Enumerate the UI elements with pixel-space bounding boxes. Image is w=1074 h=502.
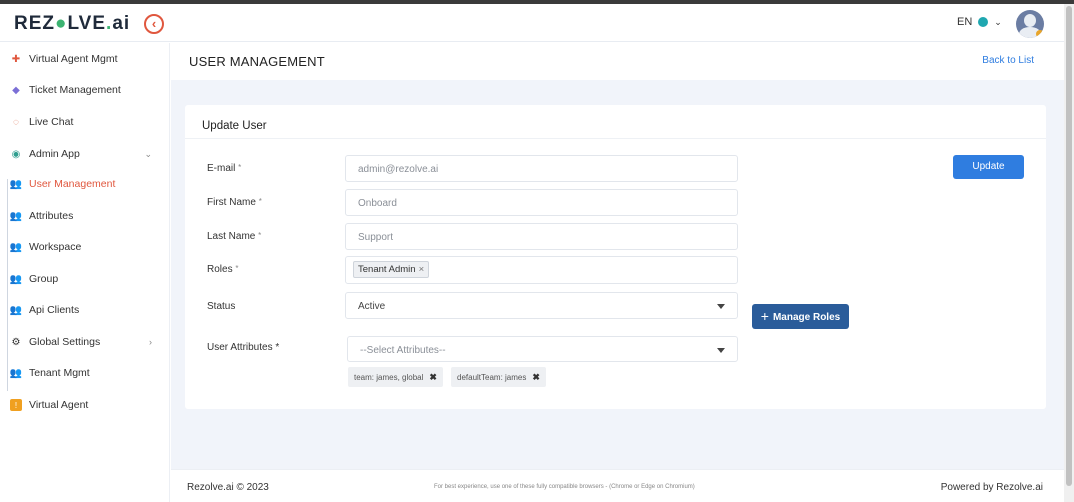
sidebar-item-label: Global Settings <box>29 336 101 348</box>
users-icon: 👥 <box>9 178 23 190</box>
roles-field[interactable]: Tenant Admin × <box>345 256 738 284</box>
sidebar-item-live-chat[interactable]: ◌ Live Chat <box>10 112 160 132</box>
sidebar-item-label: Workspace <box>29 241 82 253</box>
back-to-list-link[interactable]: Back to List <box>982 55 1034 66</box>
sidebar: ✚ Virtual Agent Mgmt ◆ Ticket Management… <box>0 43 170 502</box>
sidebar-item-label: Api Clients <box>29 304 80 316</box>
user-avatar[interactable] <box>1016 10 1044 38</box>
browser-note: For best experience, use one of these fu… <box>434 484 695 490</box>
attribute-chip: defaultTeam: james ✖ <box>451 367 546 387</box>
sidebar-item-ticket-management[interactable]: ◆ Ticket Management <box>10 80 160 100</box>
top-bar: REZ●LVE.ai ‹ EN ⌄ <box>0 4 1064 42</box>
user-attributes-select[interactable]: --Select Attributes-- <box>347 336 738 362</box>
ticket-icon: ◆ <box>12 84 20 96</box>
manage-roles-button[interactable]: + Manage Roles <box>752 304 849 329</box>
roles-label: Roles * <box>207 264 239 275</box>
update-user-card: Update User E-mail * admin@rezolve.ai Fi… <box>185 105 1046 409</box>
collapse-sidebar-icon[interactable]: ‹ <box>144 14 164 34</box>
users-icon: 👥 <box>9 210 23 222</box>
page-scrollbar[interactable] <box>1064 4 1074 502</box>
chevron-right-icon: › <box>149 337 152 347</box>
chat-icon: ◌ <box>13 116 19 128</box>
remove-chip-icon[interactable]: ✖ <box>429 372 437 382</box>
status-label: Status <box>207 301 236 312</box>
admin-icon: ◉ <box>11 148 21 160</box>
sidebar-item-tenant-mgmt[interactable]: 👥 Tenant Mgmt <box>10 363 160 383</box>
email-label: E-mail * <box>207 163 242 174</box>
first-name-field[interactable]: Onboard <box>345 189 738 216</box>
page-title: USER MANAGEMENT <box>189 54 325 69</box>
globe-icon <box>978 17 989 27</box>
users-icon: 👥 <box>9 241 23 253</box>
copyright-text: Rezolve.ai © 2023 <box>187 482 269 493</box>
email-field[interactable]: admin@rezolve.ai <box>345 155 738 182</box>
last-name-label: Last Name * <box>207 231 262 242</box>
scrollbar-thumb[interactable] <box>1066 6 1072 486</box>
role-chip: Tenant Admin × <box>353 261 430 278</box>
users-icon: 👥 <box>9 367 23 379</box>
remove-chip-icon[interactable]: ✖ <box>532 372 540 382</box>
chevron-down-icon: ⌄ <box>144 148 152 159</box>
sidebar-item-label: Group <box>29 273 59 285</box>
sidebar-item-label: Admin App <box>29 148 80 160</box>
sidebar-item-label: User Management <box>29 178 116 190</box>
remove-chip-icon[interactable]: × <box>419 264 425 275</box>
update-button[interactable]: Update <box>953 155 1024 179</box>
sidebar-item-user-management[interactable]: 👥 User Management <box>10 174 160 194</box>
sidebar-item-virtual-agent-mgmt[interactable]: ✚ Virtual Agent Mgmt <box>10 49 160 69</box>
plus-icon: + <box>760 308 769 324</box>
sidebar-item-admin-app[interactable]: ◉ Admin App ⌄ <box>10 144 160 164</box>
language-selector[interactable]: EN ⌄ <box>957 16 1002 28</box>
sidebar-item-api-clients[interactable]: 👥 Api Clients <box>10 300 160 320</box>
first-name-label: First Name * <box>207 197 262 208</box>
sidebar-item-label: Tenant Mgmt <box>29 367 90 379</box>
gears-icon: ⚙ <box>11 336 21 348</box>
sidebar-item-group[interactable]: 👥 Group <box>10 269 160 289</box>
agent-icon: ! <box>10 399 22 411</box>
sidebar-item-label: Ticket Management <box>29 84 121 96</box>
sidebar-item-workspace[interactable]: 👥 Workspace <box>10 237 160 257</box>
attribute-chip: team: james, global ✖ <box>348 367 443 387</box>
sidebar-item-global-settings[interactable]: ⚙ Global Settings › <box>10 332 160 352</box>
puzzle-icon: ✚ <box>11 53 21 65</box>
card-title: Update User <box>202 120 267 132</box>
chevron-down-icon: ⌄ <box>994 16 1002 27</box>
submenu-line <box>7 179 8 391</box>
app-logo[interactable]: REZ●LVE.ai <box>14 13 130 35</box>
users-icon: 👥 <box>9 273 23 285</box>
sidebar-item-label: Live Chat <box>29 116 74 128</box>
sidebar-item-label: Virtual Agent Mgmt <box>29 53 118 65</box>
dropdown-caret-icon <box>717 348 725 353</box>
sidebar-item-attributes[interactable]: 👥 Attributes <box>10 206 160 226</box>
status-select[interactable]: Active <box>345 292 738 319</box>
powered-by-text: Powered by Rezolve.ai <box>940 482 1043 493</box>
users-icon: 👥 <box>9 304 23 316</box>
footer: Rezolve.ai © 2023 For best experience, u… <box>171 469 1064 502</box>
sidebar-item-virtual-agent[interactable]: ! Virtual Agent <box>10 395 160 415</box>
language-code: EN <box>957 16 973 28</box>
user-attributes-label: User Attributes * <box>207 342 280 353</box>
dropdown-caret-icon <box>717 304 725 309</box>
sidebar-item-label: Virtual Agent <box>29 399 89 411</box>
page-header: USER MANAGEMENT Back to List <box>171 43 1064 80</box>
last-name-field[interactable]: Support <box>345 223 738 250</box>
sidebar-item-label: Attributes <box>29 210 74 222</box>
card-divider <box>185 138 1046 139</box>
main-content: USER MANAGEMENT Back to List Update User… <box>171 43 1064 502</box>
